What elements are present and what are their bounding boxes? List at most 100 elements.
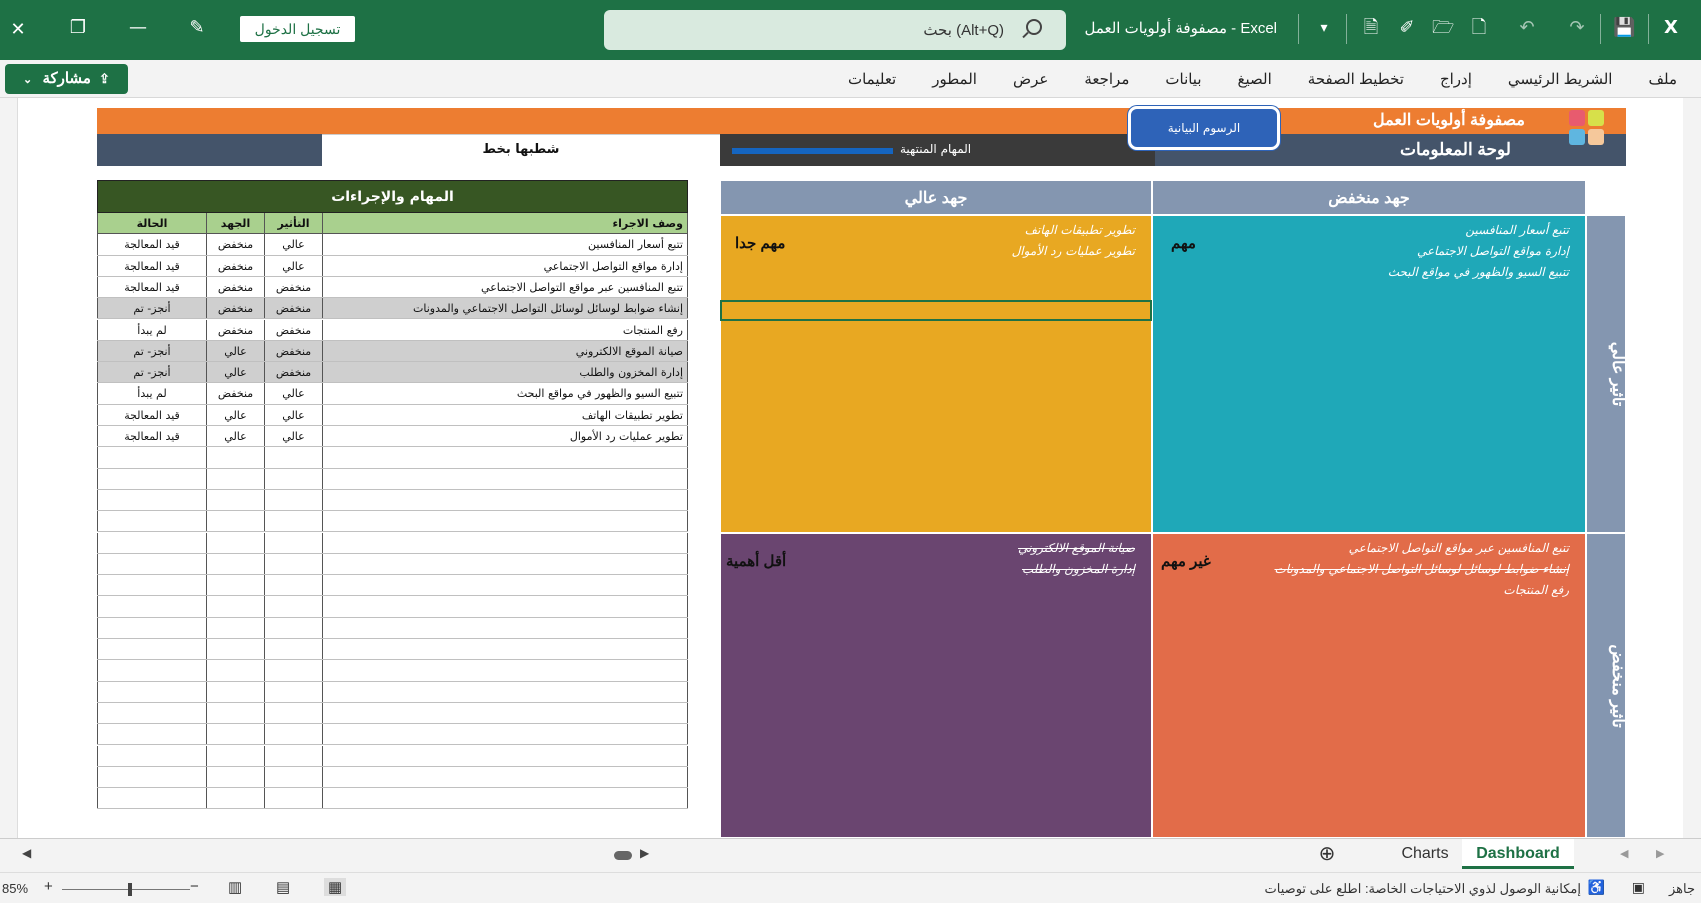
customize-toolbar-icon[interactable]: ▾: [1314, 18, 1334, 38]
tab-next-icon[interactable]: ▶: [1656, 847, 1664, 860]
task-status[interactable]: أنجز- تم: [97, 362, 206, 383]
menu-home[interactable]: الشريط الرئيسي: [1508, 70, 1613, 88]
task-description[interactable]: [322, 489, 688, 511]
task-status[interactable]: [97, 724, 206, 745]
task-effort[interactable]: [206, 532, 264, 553]
task-status[interactable]: لم يبدأ: [97, 319, 206, 340]
task-impact[interactable]: [264, 702, 322, 724]
signin-button[interactable]: تسجيل الدخول: [240, 16, 355, 42]
task-status[interactable]: [97, 702, 206, 724]
task-impact[interactable]: منخفض: [264, 340, 322, 362]
task-description[interactable]: إنشاء ضوابط لوسائل لوسائل التواصل الاجتم…: [322, 298, 688, 319]
task-description[interactable]: [322, 532, 688, 553]
task-status[interactable]: [97, 788, 206, 809]
normal-view-icon[interactable]: ▦: [324, 878, 347, 896]
task-effort[interactable]: [206, 788, 264, 809]
task-impact[interactable]: [264, 489, 322, 511]
quadrant-less-important[interactable]: أقل أهمية صيانة الموقع الالكتروني إدارة …: [720, 533, 1152, 838]
left-scrollbar[interactable]: [0, 98, 18, 838]
task-status[interactable]: [97, 681, 206, 702]
tab-charts[interactable]: Charts: [1380, 839, 1470, 869]
task-description[interactable]: وصف الاجراء: [322, 213, 688, 234]
task-description[interactable]: إدارة المخزون والطلب: [322, 362, 688, 383]
open-folder-icon[interactable]: 🗁: [1432, 18, 1454, 38]
task-impact[interactable]: منخفض: [264, 298, 322, 319]
task-effort[interactable]: منخفض: [206, 255, 264, 276]
task-status[interactable]: [97, 639, 206, 660]
scroll-thumb[interactable]: [614, 851, 632, 860]
task-description[interactable]: تتبيع السيو والظهور في مواقع البحث: [322, 383, 688, 404]
selected-cell[interactable]: [720, 300, 1152, 321]
task-impact[interactable]: [264, 745, 322, 766]
quadrant-not-important[interactable]: غير مهم تتبع المنافسين عبر مواقع التواصل…: [1152, 533, 1586, 838]
zoom-slider-thumb[interactable]: [128, 883, 132, 896]
task-effort[interactable]: [206, 468, 264, 489]
task-status[interactable]: [97, 766, 206, 788]
tab-prev-icon[interactable]: ◀: [1620, 847, 1628, 860]
print-preview-icon[interactable]: 🗎: [1360, 18, 1382, 38]
task-effort[interactable]: [206, 639, 264, 660]
minimize-icon[interactable]: —: [128, 18, 148, 38]
task-effort[interactable]: الجهد: [206, 213, 264, 234]
restore-icon[interactable]: ❐: [68, 18, 88, 38]
task-effort[interactable]: عالي: [206, 426, 264, 447]
worksheet[interactable]: مصفوفة أولويات العمل شطبها بخط المهام ال…: [0, 98, 1701, 838]
task-description[interactable]: [322, 724, 688, 745]
task-impact[interactable]: [264, 511, 322, 532]
task-impact[interactable]: منخفض: [264, 276, 322, 298]
task-effort[interactable]: منخفض: [206, 319, 264, 340]
task-effort[interactable]: عالي: [206, 404, 264, 425]
task-effort[interactable]: [206, 511, 264, 532]
page-break-view-icon[interactable]: ▥: [228, 878, 242, 896]
task-status[interactable]: [97, 660, 206, 681]
undo-icon[interactable]: ↶: [1516, 18, 1538, 38]
scroll-left-icon[interactable]: ◀: [22, 846, 31, 860]
horizontal-scrollbar[interactable]: ◀ ▶: [22, 846, 649, 862]
task-description[interactable]: [322, 553, 688, 575]
task-impact[interactable]: [264, 660, 322, 681]
task-description[interactable]: [322, 575, 688, 596]
task-impact[interactable]: [264, 766, 322, 788]
task-effort[interactable]: منخفض: [206, 383, 264, 404]
add-sheet-icon[interactable]: ⊕: [1312, 839, 1342, 869]
quadrant-important[interactable]: مهم تتبع أسعار المنافسين إدارة مواقع الت…: [1152, 215, 1586, 533]
zoom-in-icon[interactable]: +: [44, 878, 53, 895]
task-status[interactable]: [97, 511, 206, 532]
menu-page-layout[interactable]: تخطيط الصفحة: [1308, 70, 1404, 88]
task-description[interactable]: [322, 766, 688, 788]
task-impact[interactable]: عالي: [264, 383, 322, 404]
task-description[interactable]: تتبع أسعار المنافسين: [322, 234, 688, 255]
task-status[interactable]: [97, 532, 206, 553]
quadrant-very-important[interactable]: مهم جدا تطوير تطبيقات الهاتف تطوير عمليا…: [720, 215, 1152, 533]
accessibility-status[interactable]: إمكانية الوصول لذوي الاحتياجات الخاصة: ا…: [1265, 881, 1581, 897]
share-button[interactable]: ⌄ مشاركة ⇪: [5, 64, 128, 94]
form-icon[interactable]: ✐: [1396, 18, 1418, 38]
task-description[interactable]: [322, 681, 688, 702]
search-box[interactable]: بحث (Alt+Q): [604, 10, 1066, 50]
task-effort[interactable]: [206, 553, 264, 575]
task-status[interactable]: [97, 489, 206, 511]
task-effort[interactable]: [206, 681, 264, 702]
task-impact[interactable]: [264, 788, 322, 809]
task-impact[interactable]: عالي: [264, 426, 322, 447]
task-description[interactable]: [322, 639, 688, 660]
task-status[interactable]: قيد المعالجة: [97, 255, 206, 276]
task-impact[interactable]: عالي: [264, 404, 322, 425]
task-effort[interactable]: [206, 617, 264, 638]
task-status[interactable]: لم يبدأ: [97, 383, 206, 404]
task-description[interactable]: [322, 468, 688, 489]
menu-data[interactable]: بيانات: [1165, 70, 1201, 88]
task-impact[interactable]: [264, 724, 322, 745]
menu-formulas[interactable]: الصيغ: [1238, 70, 1272, 88]
task-status[interactable]: [97, 745, 206, 766]
task-impact[interactable]: [264, 468, 322, 489]
task-effort[interactable]: [206, 447, 264, 468]
task-status[interactable]: [97, 617, 206, 638]
task-effort[interactable]: عالي: [206, 340, 264, 362]
task-effort[interactable]: [206, 596, 264, 617]
task-effort[interactable]: [206, 489, 264, 511]
close-icon[interactable]: ✕: [8, 20, 28, 40]
task-description[interactable]: [322, 617, 688, 638]
zoom-level[interactable]: 85%: [2, 881, 28, 896]
task-status[interactable]: الحالة: [97, 213, 206, 234]
